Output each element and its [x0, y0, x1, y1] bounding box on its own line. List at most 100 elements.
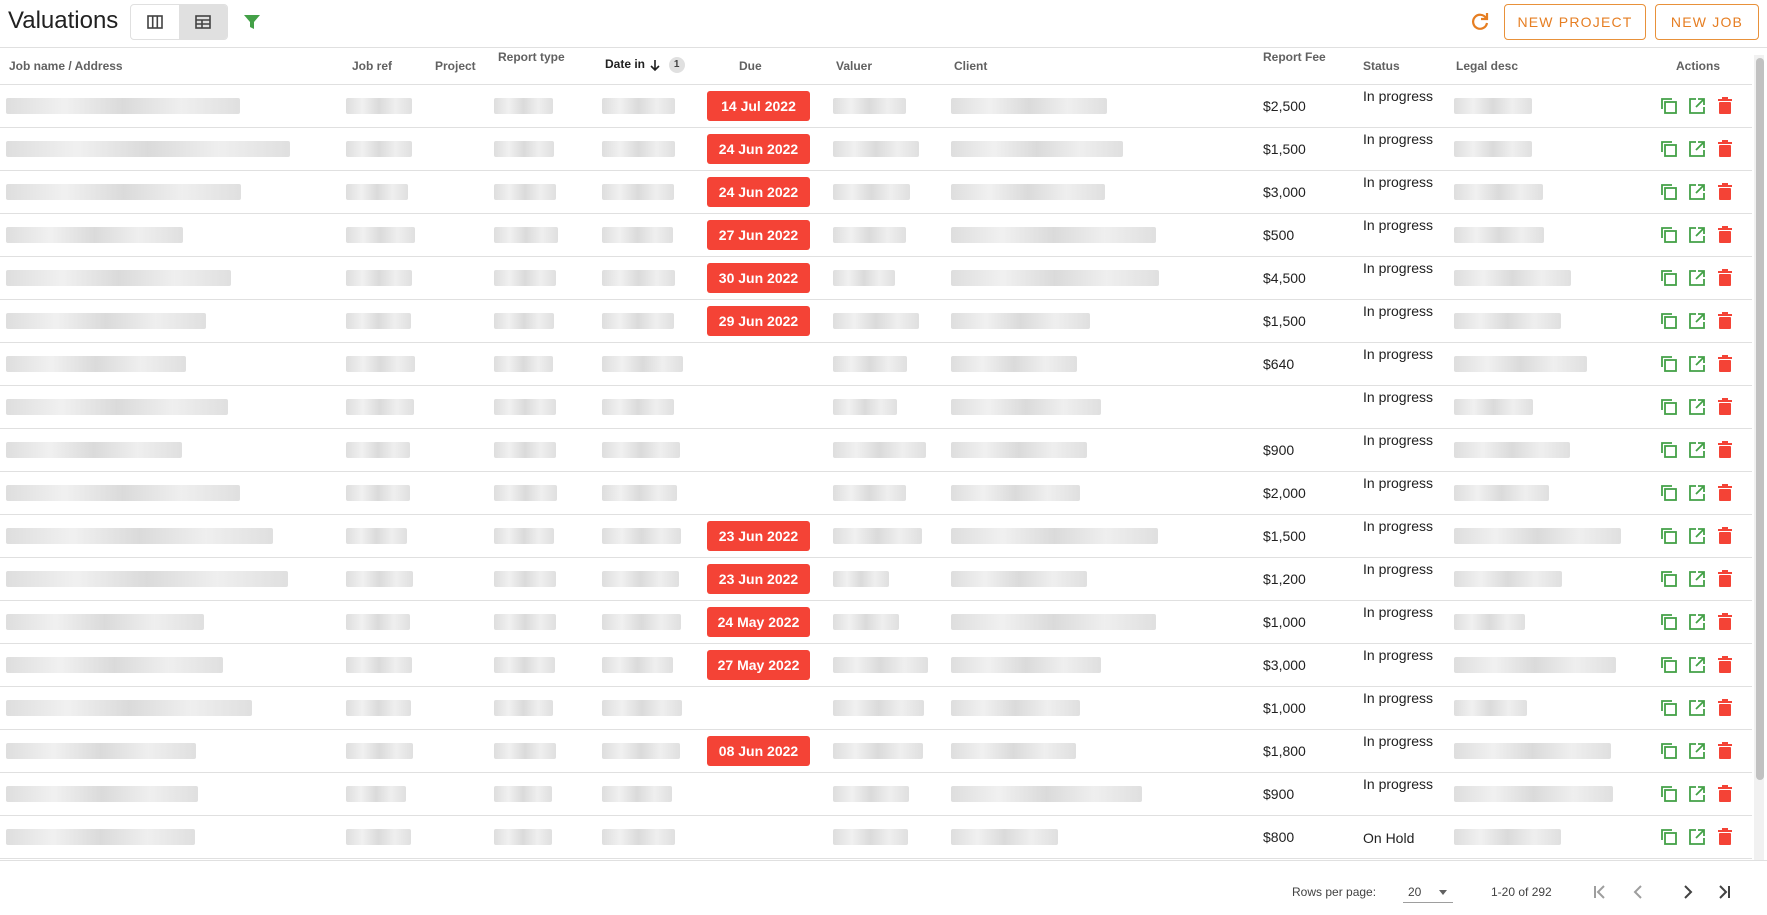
delete-button[interactable] — [1714, 181, 1736, 203]
table-row[interactable]: $900 In progress — [0, 429, 1752, 472]
table-row[interactable]: $900 In progress — [0, 773, 1752, 816]
open-external-button[interactable] — [1686, 826, 1708, 848]
column-header-valuer[interactable]: Valuer — [836, 59, 872, 73]
new-job-button[interactable]: NEW JOB — [1655, 4, 1759, 40]
table-row[interactable]: In progress — [0, 386, 1752, 429]
delete-button[interactable] — [1714, 310, 1736, 332]
open-external-button[interactable] — [1686, 611, 1708, 633]
column-header-project[interactable]: Project — [435, 59, 476, 73]
delete-button[interactable] — [1714, 396, 1736, 418]
delete-button[interactable] — [1714, 783, 1736, 805]
table-row[interactable]: 30 Jun 2022 $4,500 In progress — [0, 257, 1752, 300]
new-project-button[interactable]: NEW PROJECT — [1504, 4, 1646, 40]
copy-button[interactable] — [1658, 568, 1680, 590]
table-row[interactable]: 24 Jun 2022 $1,500 In progress — [0, 128, 1752, 171]
table-row[interactable]: 23 Jun 2022 $1,500 In progress — [0, 515, 1752, 558]
copy-button[interactable] — [1658, 138, 1680, 160]
table-row[interactable]: $1,000 In progress — [0, 687, 1752, 730]
copy-button[interactable] — [1658, 783, 1680, 805]
copy-button[interactable] — [1658, 396, 1680, 418]
table-row[interactable]: 23 Jun 2022 $1,200 In progress — [0, 558, 1752, 601]
last-page-button[interactable] — [1713, 881, 1735, 903]
open-external-button[interactable] — [1686, 95, 1708, 117]
open-external-button[interactable] — [1686, 439, 1708, 461]
column-header-due[interactable]: Due — [739, 59, 762, 73]
delete-button[interactable] — [1714, 740, 1736, 762]
scrollbar-thumb[interactable] — [1756, 58, 1764, 780]
table-row[interactable]: 14 Jul 2022 $2,500 In progress — [0, 85, 1752, 128]
status-cell: In progress — [1363, 174, 1434, 190]
table-row[interactable]: 24 May 2022 $1,000 In progress — [0, 601, 1752, 644]
copy-button[interactable] — [1658, 654, 1680, 676]
copy-icon — [1661, 786, 1677, 802]
open-external-button[interactable] — [1686, 568, 1708, 590]
delete-button[interactable] — [1714, 654, 1736, 676]
redacted-client — [951, 227, 1156, 243]
open-external-button[interactable] — [1686, 224, 1708, 246]
table-row[interactable]: 08 Jun 2022 $1,800 In progress — [0, 730, 1752, 773]
previous-page-button[interactable] — [1627, 881, 1649, 903]
copy-button[interactable] — [1658, 224, 1680, 246]
copy-button[interactable] — [1658, 740, 1680, 762]
filter-button[interactable] — [240, 10, 264, 34]
delete-button[interactable] — [1714, 826, 1736, 848]
open-external-button[interactable] — [1686, 396, 1708, 418]
delete-button[interactable] — [1714, 611, 1736, 633]
delete-button[interactable] — [1714, 353, 1736, 375]
table-row[interactable]: $800 On Hold — [0, 816, 1752, 859]
first-page-button[interactable] — [1589, 881, 1611, 903]
delete-button[interactable] — [1714, 95, 1736, 117]
open-external-button[interactable] — [1686, 310, 1708, 332]
delete-button[interactable] — [1714, 697, 1736, 719]
open-external-button[interactable] — [1686, 740, 1708, 762]
delete-button[interactable] — [1714, 224, 1736, 246]
copy-button[interactable] — [1658, 439, 1680, 461]
column-header-job-ref[interactable]: Job ref — [352, 59, 392, 73]
open-external-button[interactable] — [1686, 525, 1708, 547]
copy-button[interactable] — [1658, 482, 1680, 504]
copy-button[interactable] — [1658, 95, 1680, 117]
open-external-button[interactable] — [1686, 181, 1708, 203]
column-header-legal-desc[interactable]: Legal desc — [1456, 59, 1518, 73]
column-header-job-name[interactable]: Job name / Address — [9, 59, 123, 73]
refresh-button[interactable] — [1468, 10, 1492, 34]
column-header-date-in[interactable]: Date in 1 — [605, 57, 685, 73]
open-external-button[interactable] — [1686, 654, 1708, 676]
copy-button[interactable] — [1658, 181, 1680, 203]
copy-icon — [1661, 614, 1677, 630]
table-row[interactable]: 27 May 2022 $3,000 In progress — [0, 644, 1752, 687]
copy-button[interactable] — [1658, 697, 1680, 719]
column-header-client[interactable]: Client — [954, 59, 987, 73]
table-row[interactable]: $2,000 In progress — [0, 472, 1752, 515]
open-external-button[interactable] — [1686, 697, 1708, 719]
delete-button[interactable] — [1714, 525, 1736, 547]
column-header-status[interactable]: Status — [1363, 59, 1400, 73]
table-row[interactable]: 27 Jun 2022 $500 In progress — [0, 214, 1752, 257]
delete-button[interactable] — [1714, 138, 1736, 160]
column-header-report-type[interactable]: Report type — [498, 50, 565, 64]
copy-button[interactable] — [1658, 267, 1680, 289]
next-page-button[interactable] — [1677, 881, 1699, 903]
copy-button[interactable] — [1658, 611, 1680, 633]
copy-button[interactable] — [1658, 353, 1680, 375]
delete-button[interactable] — [1714, 482, 1736, 504]
open-external-button[interactable] — [1686, 353, 1708, 375]
open-external-button[interactable] — [1686, 482, 1708, 504]
copy-button[interactable] — [1658, 310, 1680, 332]
delete-button[interactable] — [1714, 568, 1736, 590]
delete-button[interactable] — [1714, 267, 1736, 289]
table-row[interactable]: 24 Jun 2022 $3,000 In progress — [0, 171, 1752, 214]
open-external-button[interactable] — [1686, 267, 1708, 289]
column-header-report-fee[interactable]: Report Fee — [1263, 50, 1326, 64]
open-external-button[interactable] — [1686, 783, 1708, 805]
table-view-button[interactable] — [179, 5, 227, 39]
copy-button[interactable] — [1658, 826, 1680, 848]
table-row[interactable]: 29 Jun 2022 $1,500 In progress — [0, 300, 1752, 343]
rows-per-page-select[interactable]: 20 — [1403, 881, 1453, 903]
open-external-button[interactable] — [1686, 138, 1708, 160]
column-view-button[interactable] — [131, 5, 179, 39]
delete-button[interactable] — [1714, 439, 1736, 461]
copy-button[interactable] — [1658, 525, 1680, 547]
copy-icon — [1661, 700, 1677, 716]
table-row[interactable]: $640 In progress — [0, 343, 1752, 386]
